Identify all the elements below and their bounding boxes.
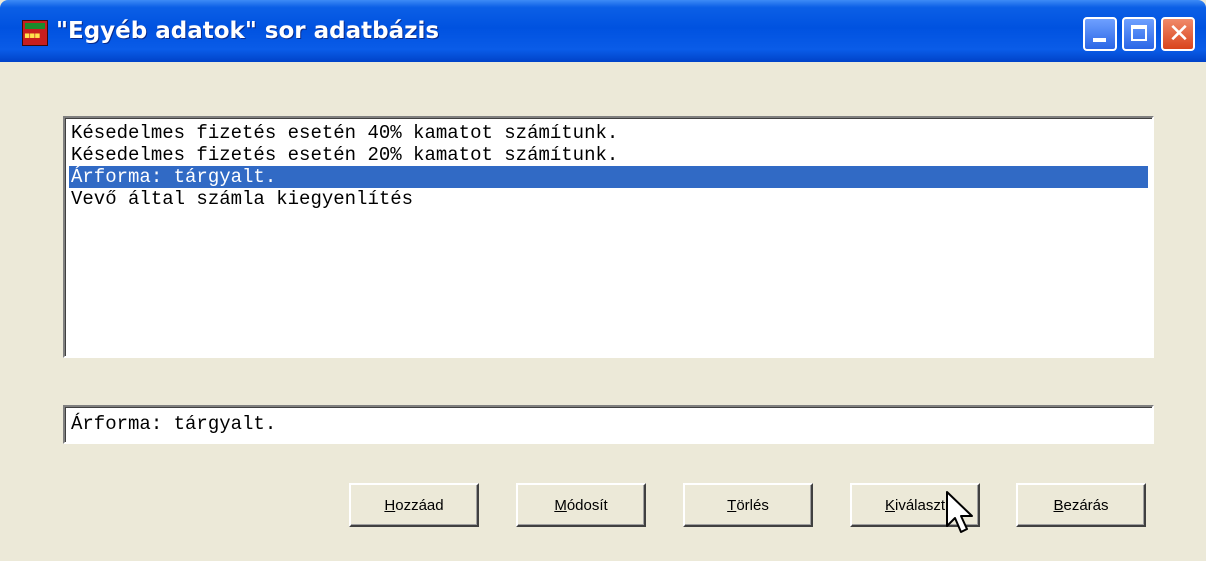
- delete-button[interactable]: Törlés: [683, 483, 813, 527]
- add-button[interactable]: Hozzáad: [349, 483, 479, 527]
- maximize-button[interactable]: [1122, 17, 1156, 51]
- select-button-label: iválaszt: [894, 496, 946, 514]
- list-item[interactable]: Vevő által számla kiegyenlítés: [69, 188, 1148, 210]
- close-button-accel: B: [1053, 496, 1064, 514]
- maximize-icon: [1131, 25, 1147, 41]
- list-item-selected[interactable]: Árforma: tárgyalt.: [69, 166, 1148, 188]
- list-item[interactable]: Késedelmes fizetés esetén 40% kamatot sz…: [69, 122, 1148, 144]
- window-title: "Egyéb adatok" sor adatbázis: [56, 18, 440, 44]
- mouse-cursor-icon: [946, 491, 973, 533]
- app-icon[interactable]: ▪▪▪: [22, 20, 48, 46]
- modify-button-accel: M: [554, 496, 567, 514]
- close-button-label: ezárás: [1063, 496, 1109, 514]
- app-icon-stripe: [25, 23, 45, 29]
- app-icon-glyph: ▪▪▪: [24, 31, 40, 41]
- title-bar[interactable]: ▪▪▪ "Egyéb adatok" sor adatbázis ✕: [0, 0, 1206, 62]
- close-window-button[interactable]: ✕: [1161, 17, 1195, 51]
- close-icon: ✕: [1168, 19, 1190, 49]
- minimize-icon: [1093, 38, 1106, 42]
- modify-button[interactable]: Módosít: [516, 483, 646, 527]
- add-button-label: ozzáad: [395, 496, 444, 514]
- dialog-window: ▪▪▪ "Egyéb adatok" sor adatbázis ✕ Késed…: [0, 0, 1206, 561]
- add-button-accel: H: [384, 496, 396, 514]
- list-item[interactable]: Késedelmes fizetés esetén 20% kamatot sz…: [69, 144, 1148, 166]
- close-button[interactable]: Bezárás: [1016, 483, 1146, 527]
- minimize-button[interactable]: [1083, 17, 1117, 51]
- delete-button-accel: T: [727, 496, 737, 514]
- delete-button-label: örlés: [736, 496, 769, 514]
- modify-button-label: ódosít: [566, 496, 608, 514]
- records-listbox[interactable]: Késedelmes fizetés esetén 40% kamatot sz…: [63, 116, 1154, 358]
- record-edit-field[interactable]: Árforma: tárgyalt.: [63, 405, 1154, 444]
- select-button-accel: K: [884, 496, 895, 514]
